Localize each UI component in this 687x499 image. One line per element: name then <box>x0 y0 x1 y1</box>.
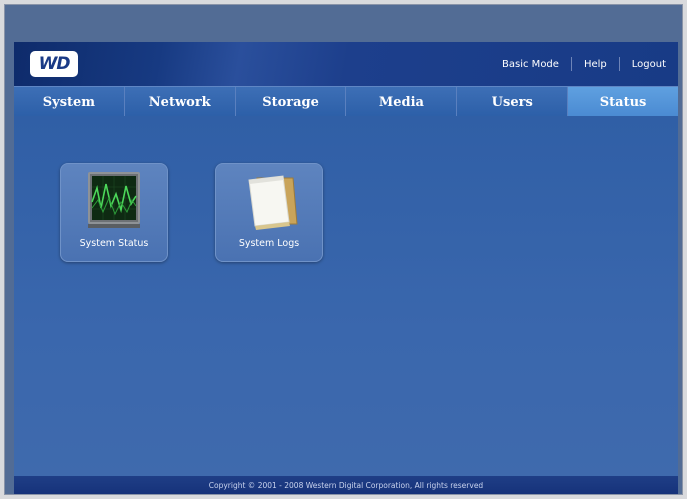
link-separator <box>618 57 620 71</box>
tab-network[interactable]: Network <box>125 87 236 117</box>
footer: Copyright © 2001 - 2008 Western Digital … <box>14 476 678 494</box>
link-separator <box>570 57 572 71</box>
system-logs-tile[interactable]: System Logs <box>215 163 323 262</box>
wd-logo: WD <box>30 51 78 77</box>
tab-system[interactable]: System <box>14 87 125 117</box>
top-links: Basic Mode Help Logout <box>502 57 666 71</box>
help-link[interactable]: Help <box>584 59 607 70</box>
logout-link[interactable]: Logout <box>632 59 666 70</box>
notepad-icon <box>248 175 298 230</box>
tab-media[interactable]: Media <box>346 87 458 117</box>
copyright-text: Copyright © 2001 - 2008 Western Digital … <box>208 480 484 490</box>
system-status-tile[interactable]: System Status <box>60 163 168 262</box>
tab-storage[interactable]: Storage <box>236 87 347 117</box>
tile-label: System Logs <box>238 238 300 249</box>
tile-label: System Status <box>79 238 149 249</box>
basic-mode-link[interactable]: Basic Mode <box>502 59 559 70</box>
monitor-waveform-icon <box>88 172 140 228</box>
content-area: System Status System Logs <box>14 116 678 476</box>
main-nav: System Network Storage Media Users Statu… <box>14 86 678 117</box>
header-bar: WD Basic Mode Help Logout <box>14 42 678 86</box>
tab-users[interactable]: Users <box>457 87 569 117</box>
tab-status[interactable]: Status <box>568 87 678 117</box>
